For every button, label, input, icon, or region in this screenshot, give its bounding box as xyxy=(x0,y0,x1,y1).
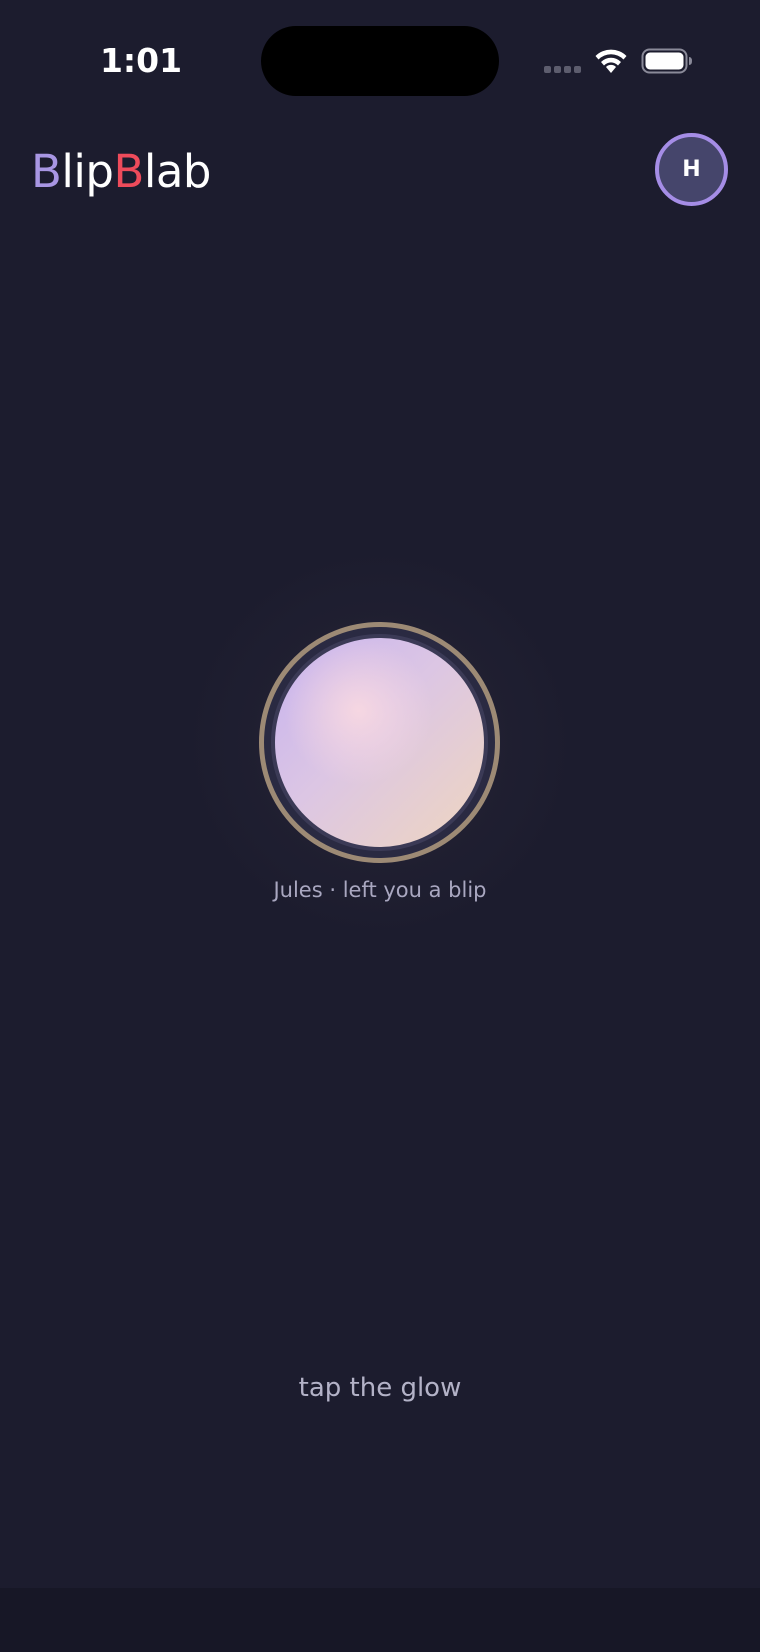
tap-hint: tap the glow xyxy=(298,1373,462,1403)
wifi-icon xyxy=(595,49,627,73)
avatar-initial: H xyxy=(682,157,701,182)
dynamic-island xyxy=(261,26,499,96)
logo-letter-b-red: B xyxy=(113,145,144,198)
app-screen: 1:01 BlipBlab H Jules · left you a blip … xyxy=(0,0,760,1652)
app-logo: BlipBlab xyxy=(31,144,211,200)
blip-glow-orb-inner xyxy=(271,634,488,851)
blip-caption: Jules · left you a blip xyxy=(273,878,487,902)
status-time: 1:01 xyxy=(99,41,183,80)
logo-text-lip: lip xyxy=(61,145,114,198)
logo-letter-b-purple: B xyxy=(31,145,62,198)
cellular-signal-icon xyxy=(544,66,582,75)
blip-glow-orb[interactable] xyxy=(259,622,500,863)
battery-icon xyxy=(641,48,692,74)
profile-avatar-button[interactable]: H xyxy=(655,133,728,206)
logo-text-lab: lab xyxy=(143,145,212,198)
bottom-bar xyxy=(0,1588,760,1652)
